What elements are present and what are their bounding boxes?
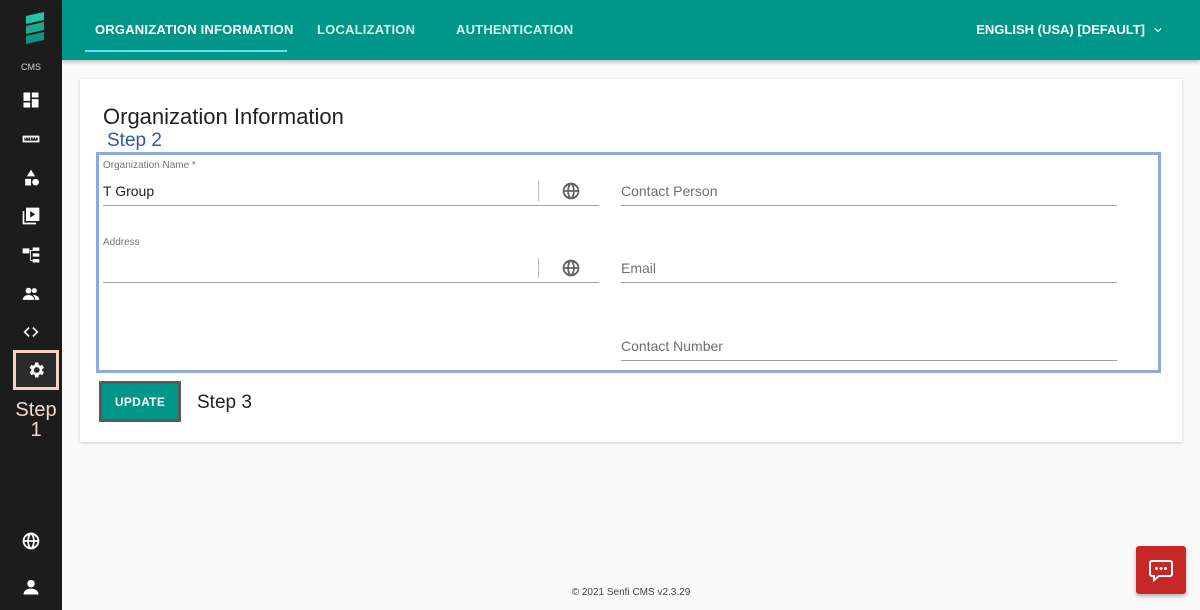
globe-icon[interactable] xyxy=(561,181,581,201)
shapes-icon[interactable] xyxy=(19,166,43,190)
contact-number-field[interactable]: Contact Number xyxy=(621,330,1117,361)
user-icon[interactable] xyxy=(19,575,43,599)
org-name-label: Organization Name * xyxy=(103,160,196,171)
footer-copyright: © 2021 Senfi CMS v2.3.29 xyxy=(571,587,691,598)
globe-icon[interactable] xyxy=(19,529,43,553)
org-name-value: T Group xyxy=(103,183,155,199)
people-icon[interactable] xyxy=(19,282,43,306)
org-name-field[interactable]: T Group xyxy=(103,175,599,206)
update-button-highlight: UPDATE xyxy=(99,381,181,422)
email-placeholder: Email xyxy=(621,260,657,276)
tab-authentication[interactable]: AUTHENTICATION xyxy=(456,0,573,60)
top-nav-bar: ORGANIZATION INFORMATION LOCALIZATION AU… xyxy=(62,0,1200,60)
cms-label: CMS xyxy=(21,62,41,72)
hierarchy-icon[interactable] xyxy=(19,243,43,267)
contact-number-placeholder: Contact Number xyxy=(621,338,723,354)
settings-icon[interactable] xyxy=(13,350,59,390)
chat-icon xyxy=(1149,560,1173,583)
address-label: Address xyxy=(103,237,140,248)
code-icon[interactable] xyxy=(19,320,43,344)
contact-person-placeholder: Contact Person xyxy=(621,183,718,199)
organization-info-card: Organization Information Step 2 Organiza… xyxy=(80,79,1182,442)
video-library-icon[interactable] xyxy=(19,204,43,228)
chevron-down-icon xyxy=(1154,28,1162,33)
field-divider xyxy=(538,181,539,201)
email-field[interactable]: Email xyxy=(621,252,1117,283)
page-title: Organization Information xyxy=(103,104,344,129)
left-sidebar: CMS Step 1 xyxy=(0,0,62,610)
language-selector[interactable]: ENGLISH (USA) [DEFAULT] xyxy=(976,0,1165,60)
field-divider xyxy=(538,258,539,278)
active-tab-indicator xyxy=(85,50,287,52)
chat-button[interactable] xyxy=(1136,546,1186,594)
contact-person-field[interactable]: Contact Person xyxy=(621,175,1117,206)
step1-annotation: Step 1 xyxy=(15,399,57,441)
form-highlight-box: Organization Name * T Group Address Cont… xyxy=(96,152,1161,373)
update-button[interactable]: UPDATE xyxy=(102,384,178,419)
step3-annotation: Step 3 xyxy=(197,392,252,413)
app-logo[interactable] xyxy=(22,12,48,44)
globe-icon[interactable] xyxy=(561,258,581,278)
ruler-icon[interactable] xyxy=(19,127,43,151)
address-field[interactable] xyxy=(103,252,599,283)
tab-localization[interactable]: LOCALIZATION xyxy=(317,0,415,60)
step2-annotation: Step 2 xyxy=(107,130,162,151)
dashboard-icon[interactable] xyxy=(19,88,43,112)
language-label: ENGLISH (USA) [DEFAULT] xyxy=(976,22,1145,37)
